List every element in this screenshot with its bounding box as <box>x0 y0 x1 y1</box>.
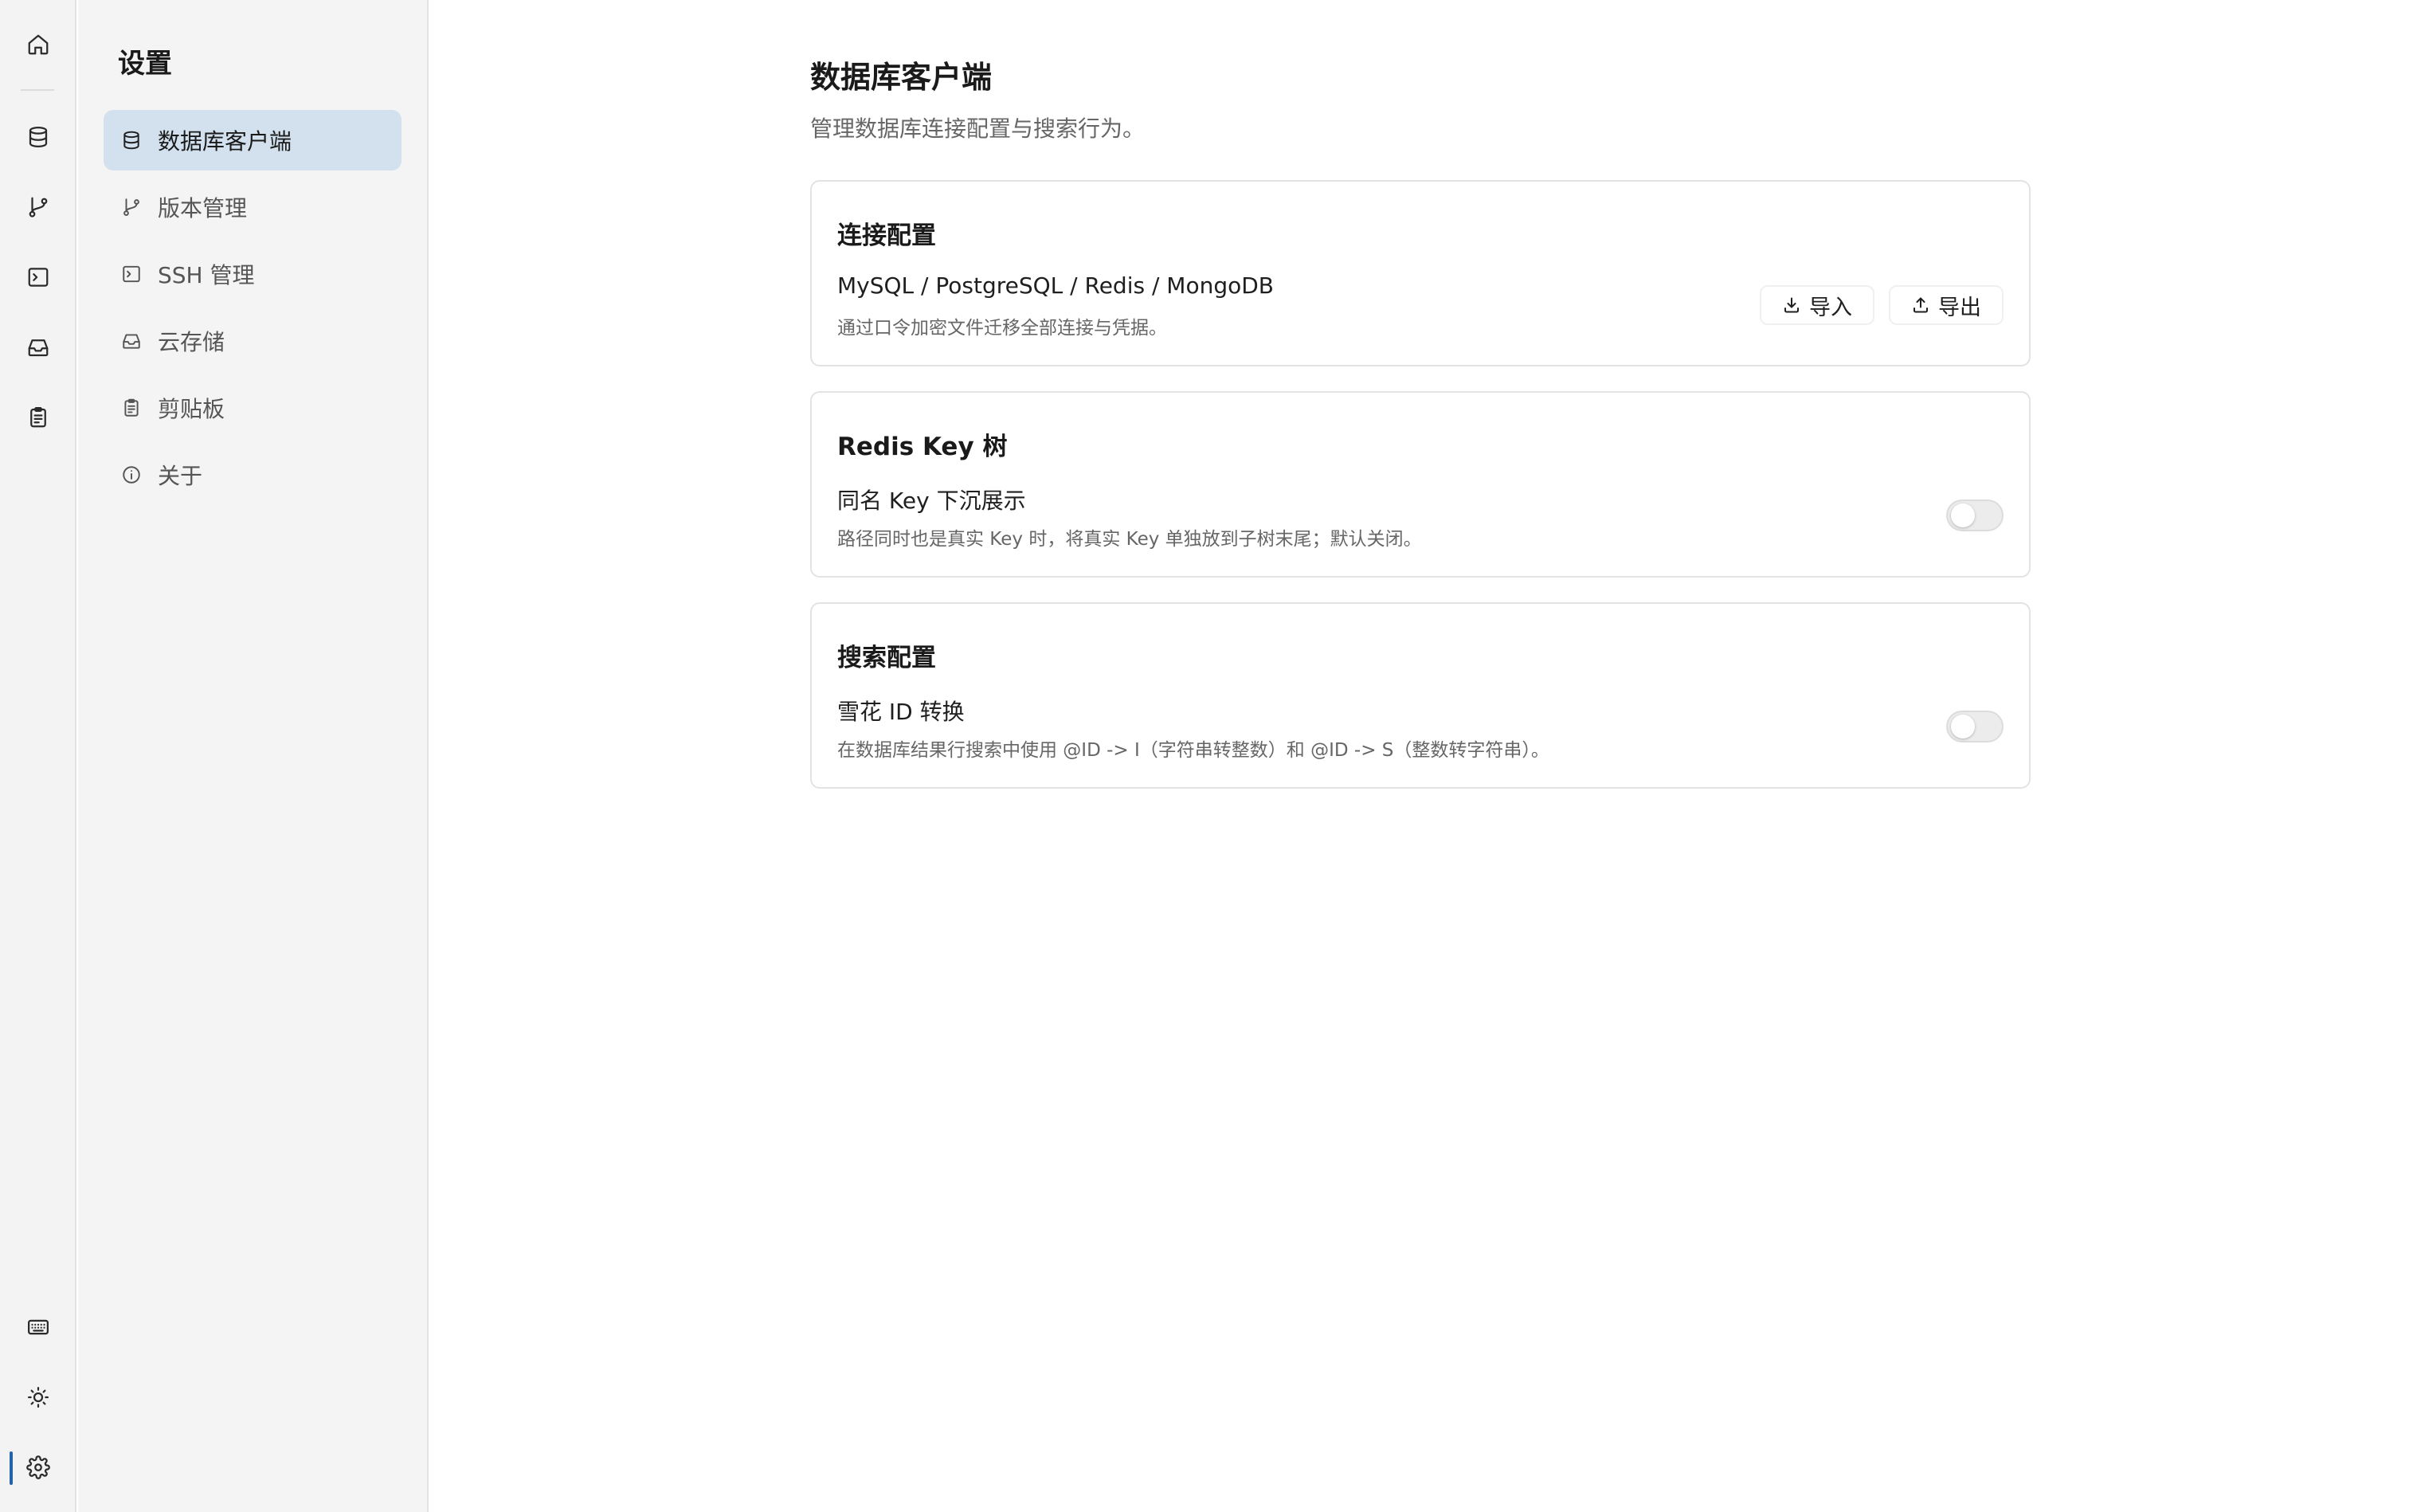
toggle-knob <box>1951 715 1975 738</box>
sidebar-item-version-control[interactable]: 版本管理 <box>104 177 402 237</box>
section-title: 搜索配置 <box>837 644 936 672</box>
inbox-icon <box>121 331 142 351</box>
sidebar-item-label: 版本管理 <box>158 195 248 221</box>
terminal-icon <box>121 264 142 284</box>
rail-active-indicator <box>10 1451 13 1485</box>
row-label: 雪花 ID 转换 <box>837 699 965 725</box>
snowflake-id-toggle[interactable] <box>1946 711 2004 742</box>
sidebar-title: 设置 <box>118 48 172 80</box>
sidebar-item-label: SSH 管理 <box>158 262 255 288</box>
main-content: 数据库客户端 管理数据库连接配置与搜索行为。 连接配置 MySQL / Post… <box>430 0 2409 1512</box>
row-label: 同名 Key 下沉展示 <box>837 488 1026 514</box>
redis-key-tree-card: Redis Key 树 同名 Key 下沉展示 路径同时也是真实 Key 时，将… <box>810 391 2031 578</box>
sidebar-item-label: 关于 <box>158 463 203 489</box>
row-description: 在数据库结果行搜索中使用 @ID -> I（字符串转整数）和 @ID -> S（… <box>837 740 1549 761</box>
download-icon <box>1782 296 1801 315</box>
import-button[interactable]: 导入 <box>1760 285 1874 325</box>
rail-divider <box>21 89 54 91</box>
row-label: MySQL / PostgreSQL / Redis / MongoDB <box>837 272 1275 299</box>
section-title: 连接配置 <box>837 221 936 250</box>
sidebar-item-label: 数据库客户端 <box>158 128 292 155</box>
sidebar-item-database-client[interactable]: 数据库客户端 <box>104 110 402 170</box>
import-label: 导入 <box>1809 295 1852 320</box>
sidebar-item-label: 云存储 <box>158 329 225 355</box>
home-icon[interactable] <box>19 25 57 64</box>
sun-icon[interactable] <box>19 1378 57 1416</box>
row-description: 通过口令加密文件迁移全部连接与凭据。 <box>837 318 1167 339</box>
sidebar-item-cloud-storage[interactable]: 云存储 <box>104 311 402 371</box>
sidebar-item-clipboard[interactable]: 剪贴板 <box>104 378 402 438</box>
row-description: 路径同时也是真实 Key 时，将真实 Key 单独放到子树末尾；默认关闭。 <box>837 529 1422 550</box>
settings-sidebar: 设置 数据库客户端 版本管理 SSH 管理 云存储 剪贴板 关于 <box>78 0 429 1512</box>
clipboard-icon <box>121 398 142 418</box>
toggle-knob <box>1951 503 1975 527</box>
icon-rail <box>0 0 76 1512</box>
info-icon <box>121 464 142 485</box>
database-icon <box>121 130 142 151</box>
sink-same-name-key-toggle[interactable] <box>1946 499 2004 531</box>
page-subtitle: 管理数据库连接配置与搜索行为。 <box>810 116 1146 142</box>
upload-icon <box>1911 296 1930 315</box>
export-button[interactable]: 导出 <box>1889 285 2004 325</box>
sidebar-item-label: 剪贴板 <box>158 396 225 422</box>
page-title: 数据库客户端 <box>810 60 993 95</box>
clipboard-icon[interactable] <box>19 398 57 437</box>
git-branch-icon[interactable] <box>19 188 57 226</box>
keyboard-icon[interactable] <box>19 1308 57 1346</box>
git-branch-icon <box>121 197 142 217</box>
sidebar-item-ssh[interactable]: SSH 管理 <box>104 244 402 304</box>
search-config-card: 搜索配置 雪花 ID 转换 在数据库结果行搜索中使用 @ID -> I（字符串转… <box>810 602 2031 789</box>
terminal-icon[interactable] <box>19 258 57 296</box>
export-label: 导出 <box>1938 295 1981 320</box>
sidebar-item-about[interactable]: 关于 <box>104 445 402 505</box>
section-title: Redis Key 树 <box>837 433 1008 461</box>
database-icon[interactable] <box>19 118 57 156</box>
gear-icon[interactable] <box>19 1448 57 1487</box>
inbox-icon[interactable] <box>19 328 57 366</box>
connection-config-card: 连接配置 MySQL / PostgreSQL / Redis / MongoD… <box>810 180 2031 366</box>
